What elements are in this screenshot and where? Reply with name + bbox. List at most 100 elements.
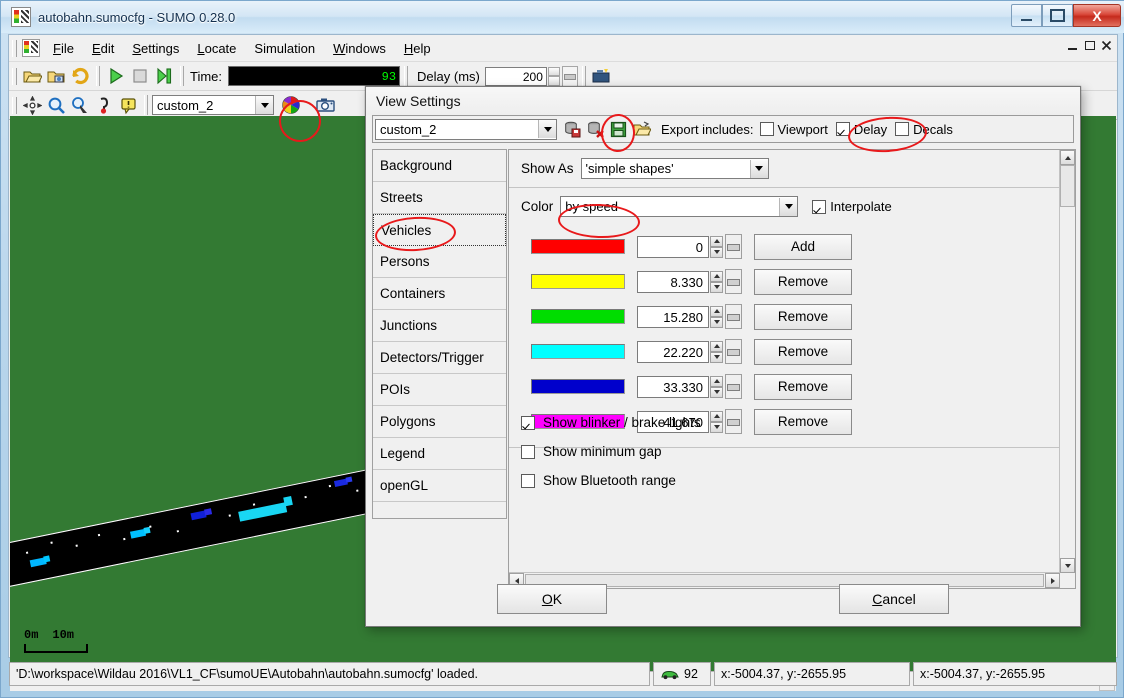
threshold-spinner[interactable] (710, 271, 723, 293)
delay-spinner[interactable] (548, 67, 560, 86)
chevron-down-icon[interactable] (750, 160, 768, 178)
category-junctions[interactable]: Junctions (373, 310, 506, 342)
menu-simulation[interactable]: Simulation (245, 38, 324, 59)
settings-category-list[interactable]: Background Streets Vehicles Persons Cont… (372, 149, 507, 519)
delete-database-icon[interactable] (585, 119, 606, 140)
show-bluetooth-range-checkbox[interactable]: Show Bluetooth range (521, 466, 701, 495)
scheme-combo-toolbar[interactable]: custom_2 (152, 95, 274, 115)
category-background[interactable]: Background (373, 150, 506, 182)
locate-icon[interactable] (21, 94, 43, 116)
menu-locate[interactable]: Locate (188, 38, 245, 59)
save-database-icon[interactable] (562, 119, 583, 140)
threshold-spinner[interactable] (710, 306, 723, 328)
step-icon[interactable] (153, 65, 175, 87)
ok-button[interactable]: OK (497, 584, 607, 614)
category-legend[interactable]: Legend (373, 438, 506, 470)
stop-icon[interactable] (129, 65, 151, 87)
remove-button[interactable]: Remove (754, 304, 852, 330)
threshold-slider[interactable] (725, 304, 742, 329)
scroll-thumb[interactable] (1060, 165, 1075, 207)
threshold-spinner[interactable] (710, 236, 723, 258)
threshold-slider[interactable] (725, 339, 742, 364)
color-mode-combo[interactable]: by speed (560, 196, 798, 217)
remove-button[interactable]: Remove (754, 269, 852, 295)
zoom-icon[interactable] (45, 94, 67, 116)
menu-windows[interactable]: Windows (324, 38, 395, 59)
show-minimum-gap-checkbox[interactable]: Show minimum gap (521, 437, 701, 466)
select-icon[interactable] (69, 94, 91, 116)
menu-settings[interactable]: Settings (123, 38, 188, 59)
open-recent-icon[interactable] (45, 65, 67, 87)
category-streets[interactable]: Streets (373, 182, 506, 214)
threshold-input[interactable]: 0 (637, 236, 709, 258)
color-wheel-icon[interactable] (280, 94, 302, 116)
window-close-button[interactable]: X (1073, 4, 1121, 27)
menu-file[interactable]: FFileile (44, 38, 83, 59)
menubar-grip[interactable] (12, 40, 17, 57)
export-delay-checkbox[interactable]: Delay (836, 122, 887, 137)
color-swatch[interactable] (531, 274, 625, 289)
category-persons[interactable]: Persons (373, 246, 506, 278)
delay-slider[interactable] (562, 66, 578, 87)
menu-edit[interactable]: Edit (83, 38, 123, 59)
delay-input[interactable]: 200 (485, 67, 547, 86)
threshold-input[interactable]: 33.330 (637, 376, 709, 398)
category-detectors-trigger[interactable]: Detectors/Trigger (373, 342, 506, 374)
show-as-combo[interactable]: 'simple shapes' (581, 158, 769, 179)
help-icon[interactable] (93, 94, 115, 116)
mdi-restore-button[interactable] (1082, 38, 1097, 53)
reload-icon[interactable] (69, 65, 91, 87)
chevron-down-icon[interactable] (779, 198, 797, 216)
color-swatch[interactable] (531, 239, 625, 254)
color-swatch[interactable] (531, 309, 625, 324)
threshold-spinner[interactable] (710, 411, 723, 433)
threshold-slider[interactable] (725, 234, 742, 259)
view-settings-dialog[interactable]: View Settings custom_2 (365, 86, 1081, 627)
category-containers[interactable]: Containers (373, 278, 506, 310)
color-swatch[interactable] (531, 379, 625, 394)
export-viewport-checkbox[interactable]: Viewport (760, 122, 828, 137)
play-icon[interactable] (105, 65, 127, 87)
category-polygons[interactable]: Polygons (373, 406, 506, 438)
window-minimize-button[interactable] (1011, 4, 1042, 27)
threshold-slider[interactable] (725, 269, 742, 294)
breakpoint-icon[interactable] (117, 94, 139, 116)
panel-vertical-scrollbar[interactable] (1059, 150, 1075, 573)
mdi-close-button[interactable] (1099, 38, 1114, 53)
chevron-down-icon[interactable] (255, 96, 273, 114)
threshold-spinner[interactable] (710, 376, 723, 398)
threshold-slider[interactable] (725, 409, 742, 434)
toolbar-grip-2[interactable] (12, 97, 17, 114)
threshold-input[interactable]: 22.220 (637, 341, 709, 363)
scale-start-label: 0m (24, 628, 38, 642)
scroll-down-button[interactable] (1060, 558, 1075, 573)
category-pois[interactable]: POIs (373, 374, 506, 406)
category-vehicles[interactable]: Vehicles (373, 214, 506, 246)
open-folder-icon[interactable] (21, 65, 43, 87)
threshold-spinner[interactable] (710, 341, 723, 363)
remove-button[interactable]: Remove (754, 374, 852, 400)
add-button[interactable]: Add (754, 234, 852, 260)
export-decals-checkbox[interactable]: Decals (895, 122, 953, 137)
color-swatch[interactable] (531, 344, 625, 359)
window-maximize-button[interactable] (1042, 4, 1073, 27)
cancel-button[interactable]: Cancel (839, 584, 949, 614)
mdi-minimize-button[interactable] (1065, 38, 1080, 53)
camera-icon[interactable] (315, 94, 337, 116)
chevron-down-icon[interactable] (538, 120, 556, 138)
show-blinker-checkbox[interactable]: Show blinker / brake lights (521, 408, 701, 437)
save-floppy-icon[interactable] (608, 119, 629, 140)
screenshot-icon[interactable] (591, 65, 613, 87)
category-opengl[interactable]: openGL (373, 470, 506, 502)
interpolate-checkbox[interactable]: Interpolate (812, 199, 891, 214)
threshold-input[interactable]: 15.280 (637, 306, 709, 328)
remove-button[interactable]: Remove (754, 339, 852, 365)
threshold-input[interactable]: 8.330 (637, 271, 709, 293)
menu-help[interactable]: Help (395, 38, 440, 59)
remove-button[interactable]: Remove (754, 409, 852, 435)
threshold-slider[interactable] (725, 374, 742, 399)
open-folder-icon[interactable] (631, 119, 652, 140)
scroll-up-button[interactable] (1060, 150, 1075, 165)
toolbar-grip-1[interactable] (12, 68, 17, 85)
scheme-combo-dialog[interactable]: custom_2 (375, 119, 557, 140)
